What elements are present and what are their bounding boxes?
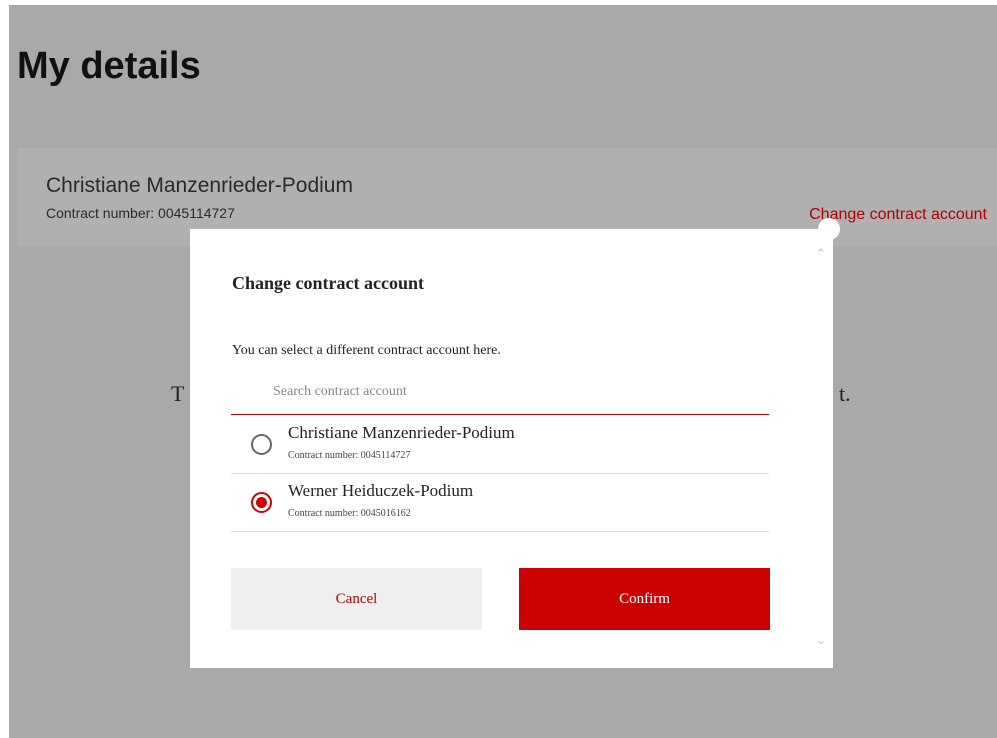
account-option[interactable]: Christiane Manzenrieder-Podium Contract … xyxy=(231,416,769,474)
change-account-modal: Change contract account You can select a… xyxy=(190,218,840,668)
account-option[interactable]: Werner Heiduczek-Podium Contract number:… xyxy=(231,474,769,532)
confirm-button[interactable]: Confirm xyxy=(519,568,770,630)
background-text-fragment: T xyxy=(171,381,185,406)
modal-description: You can select a different contract acco… xyxy=(232,343,501,358)
modal-close-dot[interactable] xyxy=(818,218,840,240)
cancel-button[interactable]: Cancel xyxy=(231,568,482,630)
account-option-name: Werner Heiduczek-Podium xyxy=(288,481,474,500)
radio-button-checked[interactable] xyxy=(251,492,272,513)
chevron-up-icon[interactable]: ⌃ xyxy=(813,248,829,262)
search-contract-account-input[interactable] xyxy=(231,372,769,412)
chevron-down-icon[interactable]: ⌄ xyxy=(813,634,829,648)
background-text-fragment: t. xyxy=(839,381,851,406)
modal-title: Change contract account xyxy=(232,273,424,293)
account-option-name: Christiane Manzenrieder-Podium xyxy=(288,423,515,442)
search-field xyxy=(231,372,769,415)
account-contract-number: Contract number: 0045114727 xyxy=(46,205,235,221)
page-title: My details xyxy=(17,45,201,87)
account-option-contract-number: Contract number: 0045016162 xyxy=(288,508,411,519)
account-holder-name: Christiane Manzenrieder-Podium xyxy=(46,174,353,197)
radio-button-unchecked[interactable] xyxy=(251,434,272,455)
account-option-contract-number: Contract number: 0045114727 xyxy=(288,450,411,461)
